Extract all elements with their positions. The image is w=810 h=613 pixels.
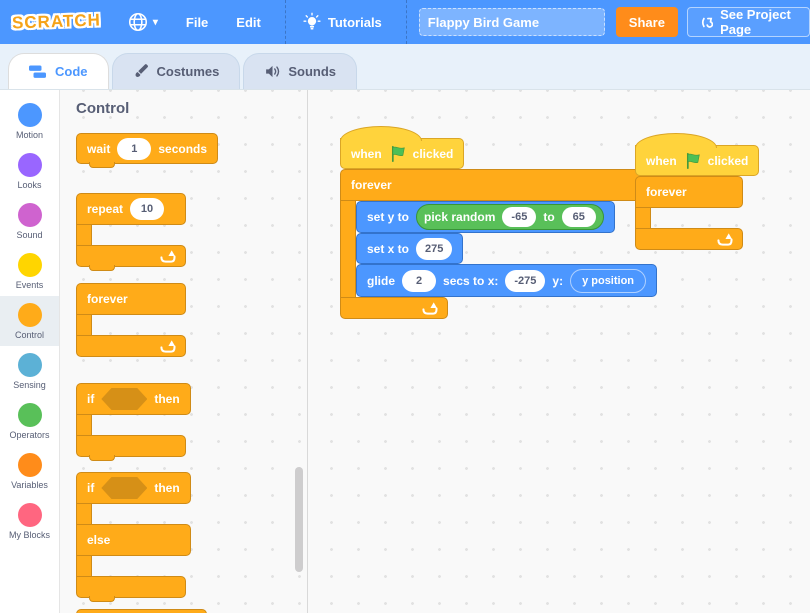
motion-category-icon	[18, 103, 42, 127]
sensing-category-icon	[18, 353, 42, 377]
forever-block[interactable]: forever	[635, 176, 743, 250]
random-max-input[interactable]: 65	[562, 207, 596, 227]
when-flag-clicked-block[interactable]: when clicked	[635, 145, 759, 176]
loop-arrow-icon	[716, 232, 733, 246]
see-project-page-label: See Project Page	[720, 7, 797, 37]
my-blocks-category-icon	[18, 503, 42, 527]
script-2: when clicked forever	[635, 145, 759, 250]
project-name-input[interactable]	[419, 8, 605, 36]
pick-random-block[interactable]: pick random -65 to 65	[416, 204, 604, 230]
set-x-input[interactable]: 275	[416, 238, 452, 260]
operators-category-icon	[18, 403, 42, 427]
if-then-else-block[interactable]: if then else	[76, 472, 191, 598]
tab-code[interactable]: Code	[8, 53, 109, 89]
file-menu[interactable]: File	[186, 15, 208, 30]
category-looks[interactable]: Looks	[0, 146, 59, 196]
sound-category-icon	[18, 203, 42, 227]
loop-arrow-icon	[159, 339, 176, 353]
loop-arrow-icon	[421, 301, 438, 315]
tab-code-label: Code	[55, 64, 88, 79]
wait-duration-input[interactable]: 1	[117, 138, 151, 160]
repeat-block[interactable]: repeat 10	[76, 193, 186, 267]
tutorials-button[interactable]: Tutorials	[302, 11, 382, 33]
category-operators[interactable]: Operators	[0, 396, 59, 446]
block-category-sidebar: Motion Looks Sound Events Control Sensin…	[0, 90, 60, 613]
wait-until-block[interactable]: wait until	[76, 609, 207, 613]
glide-secs-input[interactable]: 2	[402, 270, 436, 292]
lightbulb-icon	[302, 11, 322, 33]
category-sensing[interactable]: Sensing	[0, 346, 59, 396]
y-position-reporter[interactable]: y position	[570, 269, 646, 293]
see-project-page-button[interactable]: See Project Page	[687, 7, 810, 37]
glide-x-input[interactable]: -275	[505, 270, 545, 292]
green-flag-icon	[684, 152, 701, 169]
tutorials-label: Tutorials	[328, 15, 382, 30]
tab-costumes-label: Costumes	[157, 64, 220, 79]
see-inside-icon	[700, 15, 713, 30]
category-events[interactable]: Events	[0, 246, 59, 296]
paintbrush-icon	[133, 63, 150, 80]
green-flag-icon	[389, 145, 406, 162]
menu-divider	[285, 0, 286, 44]
if-then-block[interactable]: if then	[76, 383, 191, 457]
palette-category-header: Control	[76, 100, 307, 117]
set-x-to-block[interactable]: set x to 275	[356, 233, 463, 264]
editor-main: Motion Looks Sound Events Control Sensin…	[0, 90, 810, 613]
set-y-to-block[interactable]: set y to pick random -65 to 65	[356, 201, 615, 233]
tab-sounds-label: Sounds	[288, 64, 336, 79]
tab-costumes[interactable]: Costumes	[112, 53, 241, 89]
wait-seconds-block[interactable]: wait 1 seconds	[76, 133, 218, 164]
globe-icon	[127, 11, 149, 33]
category-variables[interactable]: Variables	[0, 446, 59, 496]
speaker-icon	[264, 63, 281, 80]
scripts-canvas[interactable]: when clicked forever set y to	[308, 90, 810, 613]
random-min-input[interactable]: -65	[502, 207, 536, 227]
share-button[interactable]: Share	[616, 7, 678, 37]
edit-menu[interactable]: Edit	[236, 15, 261, 30]
variables-category-icon	[18, 453, 42, 477]
script-1: when clicked forever set y to	[340, 138, 657, 319]
code-blocks-icon	[29, 65, 48, 79]
tab-sounds[interactable]: Sounds	[243, 53, 357, 89]
repeat-count-input[interactable]: 10	[130, 198, 164, 220]
language-selector[interactable]: ▾	[127, 11, 158, 33]
looks-category-icon	[18, 153, 42, 177]
category-control[interactable]: Control	[0, 296, 59, 346]
glide-block[interactable]: glide 2 secs to x: -275 y: y position	[356, 264, 657, 297]
editor-tab-bar: Code Costumes Sounds	[0, 44, 810, 90]
boolean-slot[interactable]	[101, 388, 147, 410]
category-sound[interactable]: Sound	[0, 196, 59, 246]
forever-block[interactable]: forever set y to pick random -65 to 65	[340, 169, 657, 319]
palette-scrollbar[interactable]	[295, 467, 303, 572]
events-category-icon	[18, 253, 42, 277]
category-motion[interactable]: Motion	[0, 96, 59, 146]
when-flag-clicked-block[interactable]: when clicked	[340, 138, 464, 169]
loop-arrow-icon	[159, 249, 176, 263]
scratch-logo[interactable]: SCRATCH	[12, 10, 102, 33]
block-palette: Control wait 1 seconds repeat 10	[60, 90, 308, 613]
category-my-blocks[interactable]: My Blocks	[0, 496, 59, 546]
menu-bar: SCRATCH ▾ File Edit Tutorials Share	[0, 0, 810, 44]
boolean-slot[interactable]	[101, 477, 147, 499]
menu-divider	[406, 0, 407, 44]
chevron-down-icon: ▾	[153, 17, 158, 28]
forever-block[interactable]: forever	[76, 283, 186, 357]
control-category-icon	[18, 303, 42, 327]
